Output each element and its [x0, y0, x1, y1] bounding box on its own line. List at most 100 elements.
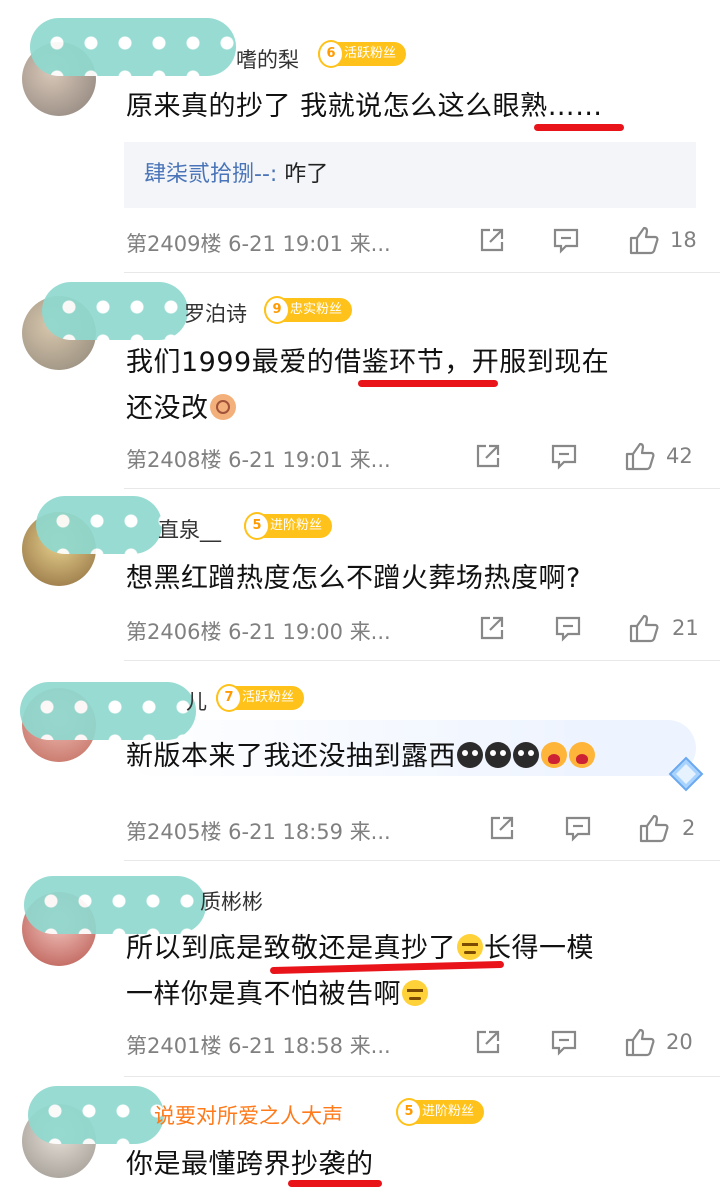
fan-badge: 7 活跃粉丝 — [216, 684, 305, 712]
comment-text-line2-content: 一样你是真不怕被告啊 — [126, 979, 401, 1010]
like-count: 42 — [666, 444, 693, 468]
comment-item: 罗泊诗 9 忠实粉丝 我们1999最爱的借鉴环节，开服到现在 还没改 第2408… — [0, 272, 720, 488]
badge-label: 进阶粉丝 — [270, 518, 323, 533]
badge-label: 活跃粉丝 — [242, 690, 295, 705]
fan-badge: 5 进阶粉丝 — [396, 1098, 485, 1126]
badge-level: 5 — [244, 512, 270, 540]
comment-meta: 第2408楼 6-21 19:01 来... — [126, 444, 391, 474]
floor-number: 第2406楼 — [126, 620, 222, 644]
timestamp: 6-21 19:01 — [228, 232, 343, 256]
emoji-icon — [457, 742, 483, 768]
share-icon[interactable] — [478, 226, 506, 254]
badge-label: 忠实粉丝 — [290, 302, 343, 317]
comment-icon[interactable] — [552, 226, 580, 254]
timestamp: 6-21 18:59 — [228, 820, 343, 844]
comment-text-content: 新版本来了我还没抽到露西 — [126, 741, 456, 772]
username[interactable]: 罗泊诗 — [184, 298, 247, 328]
share-icon[interactable] — [474, 442, 502, 470]
comment-icon[interactable] — [550, 442, 578, 470]
timestamp: 6-21 18:58 — [228, 1034, 343, 1058]
privacy-mask — [20, 682, 196, 740]
emoji-icon — [209, 394, 236, 420]
reply-preview[interactable]: 肆柒贰拾捌--: 咋了 — [124, 142, 696, 208]
comment-icon[interactable] — [554, 614, 582, 642]
emoji-icon — [569, 742, 595, 768]
like-count: 21 — [672, 616, 699, 640]
like-icon[interactable] — [624, 440, 656, 472]
comment-text-part1: 所以到底是致敬还是真抄了 — [126, 933, 456, 964]
like-count: 18 — [670, 228, 697, 252]
username[interactable]: 质彬彬 — [200, 886, 263, 916]
like-count: 2 — [682, 816, 696, 840]
emoji-icon — [485, 742, 511, 768]
reply-text: 咋了 — [277, 162, 329, 187]
comment-meta: 第2405楼 6-21 18:59 来... — [126, 816, 391, 846]
floor-number: 第2401楼 — [126, 1034, 222, 1058]
share-icon[interactable] — [474, 1028, 502, 1056]
username[interactable]: 直泉__ — [158, 514, 221, 544]
reply-user[interactable]: 肆柒贰拾捌--: — [144, 162, 277, 187]
like-icon[interactable] — [638, 812, 670, 844]
source: 来... — [349, 232, 391, 256]
like-icon[interactable] — [628, 224, 660, 256]
comment-text: 想黑红蹭热度怎么不蹭火葬场热度啊? — [126, 563, 581, 594]
comment-text-line2: 还没改 — [126, 386, 237, 425]
comment-text: 新版本来了我还没抽到露西 — [126, 734, 596, 773]
comment-item: 儿 7 活跃粉丝 新版本来了我还没抽到露西 第2405楼 6-21 18:59 … — [0, 660, 720, 860]
emoji-icon — [402, 980, 428, 1006]
comment-item: 嗜的梨 6 活跃粉丝 原来真的抄了 我就说怎么这么眼熟…… 肆柒贰拾捌--: 咋… — [0, 0, 720, 270]
comment-text-part2: 长得一模 — [484, 933, 594, 964]
privacy-mask — [28, 1086, 164, 1144]
comment-icon[interactable] — [550, 1028, 578, 1056]
username[interactable]: 嗜的梨 — [236, 44, 299, 74]
badge-level: 7 — [216, 684, 242, 712]
fan-badge: 9 忠实粉丝 — [264, 296, 353, 324]
privacy-mask — [36, 496, 162, 554]
emoji-icon — [541, 742, 567, 768]
badge-label: 活跃粉丝 — [344, 46, 397, 61]
badge-level: 9 — [264, 296, 290, 324]
badge-level: 6 — [318, 40, 344, 68]
privacy-mask — [30, 18, 236, 76]
comment-text-line1: 所以到底是致敬还是真抄了 长得一模 — [126, 926, 594, 965]
comment-text-line2-content: 还没改 — [126, 393, 209, 424]
share-icon[interactable] — [478, 614, 506, 642]
comment-item: 直泉__ 5 进阶粉丝 想黑红蹭热度怎么不蹭火葬场热度啊? 第2406楼 6-2… — [0, 488, 720, 660]
source: 来... — [349, 448, 391, 472]
diamond-icon — [668, 756, 704, 792]
floor-number: 第2409楼 — [126, 232, 222, 256]
source: 来... — [349, 620, 391, 644]
like-icon[interactable] — [628, 612, 660, 644]
highlight-underline — [358, 380, 498, 387]
emoji-icon — [457, 934, 483, 960]
timestamp: 6-21 19:01 — [228, 448, 343, 472]
comment-text-line1: 我们1999最爱的借鉴环节，开服到现在 — [126, 347, 610, 378]
floor-number: 第2405楼 — [126, 820, 222, 844]
highlight-underline — [534, 124, 624, 131]
comment-text-line2: 一样你是真不怕被告啊 — [126, 972, 429, 1011]
source: 来... — [349, 820, 391, 844]
fan-badge: 6 活跃粉丝 — [318, 40, 407, 68]
comment-text: 原来真的抄了 我就说怎么这么眼熟…… — [126, 91, 603, 122]
like-icon[interactable] — [624, 1026, 656, 1058]
highlight-underline — [288, 1180, 382, 1187]
comment-meta: 第2409楼 6-21 19:01 来... — [126, 228, 391, 258]
source: 来... — [349, 1034, 391, 1058]
username[interactable]: 儿 — [186, 686, 207, 716]
comment-text: 你是最懂跨界抄袭的 — [126, 1149, 374, 1180]
comment-item: 质彬彬 所以到底是致敬还是真抄了 长得一模 一样你是真不怕被告啊 第2401楼 6… — [0, 860, 720, 1076]
badge-label: 进阶粉丝 — [422, 1104, 475, 1119]
comment-meta: 第2401楼 6-21 18:58 来... — [126, 1030, 391, 1060]
comment-meta: 第2406楼 6-21 19:00 来... — [126, 616, 391, 646]
username[interactable]: 说要对所爱之人大声 — [154, 1100, 343, 1130]
comment-item: 说要对所爱之人大声 5 进阶粉丝 你是最懂跨界抄袭的 — [0, 1076, 720, 1196]
like-count: 20 — [666, 1030, 693, 1054]
timestamp: 6-21 19:00 — [228, 620, 343, 644]
privacy-mask — [42, 282, 188, 340]
emoji-icon — [513, 742, 539, 768]
share-icon[interactable] — [488, 814, 516, 842]
fan-badge: 5 进阶粉丝 — [244, 512, 333, 540]
comment-icon[interactable] — [564, 814, 592, 842]
floor-number: 第2408楼 — [126, 448, 222, 472]
badge-level: 5 — [396, 1098, 422, 1126]
